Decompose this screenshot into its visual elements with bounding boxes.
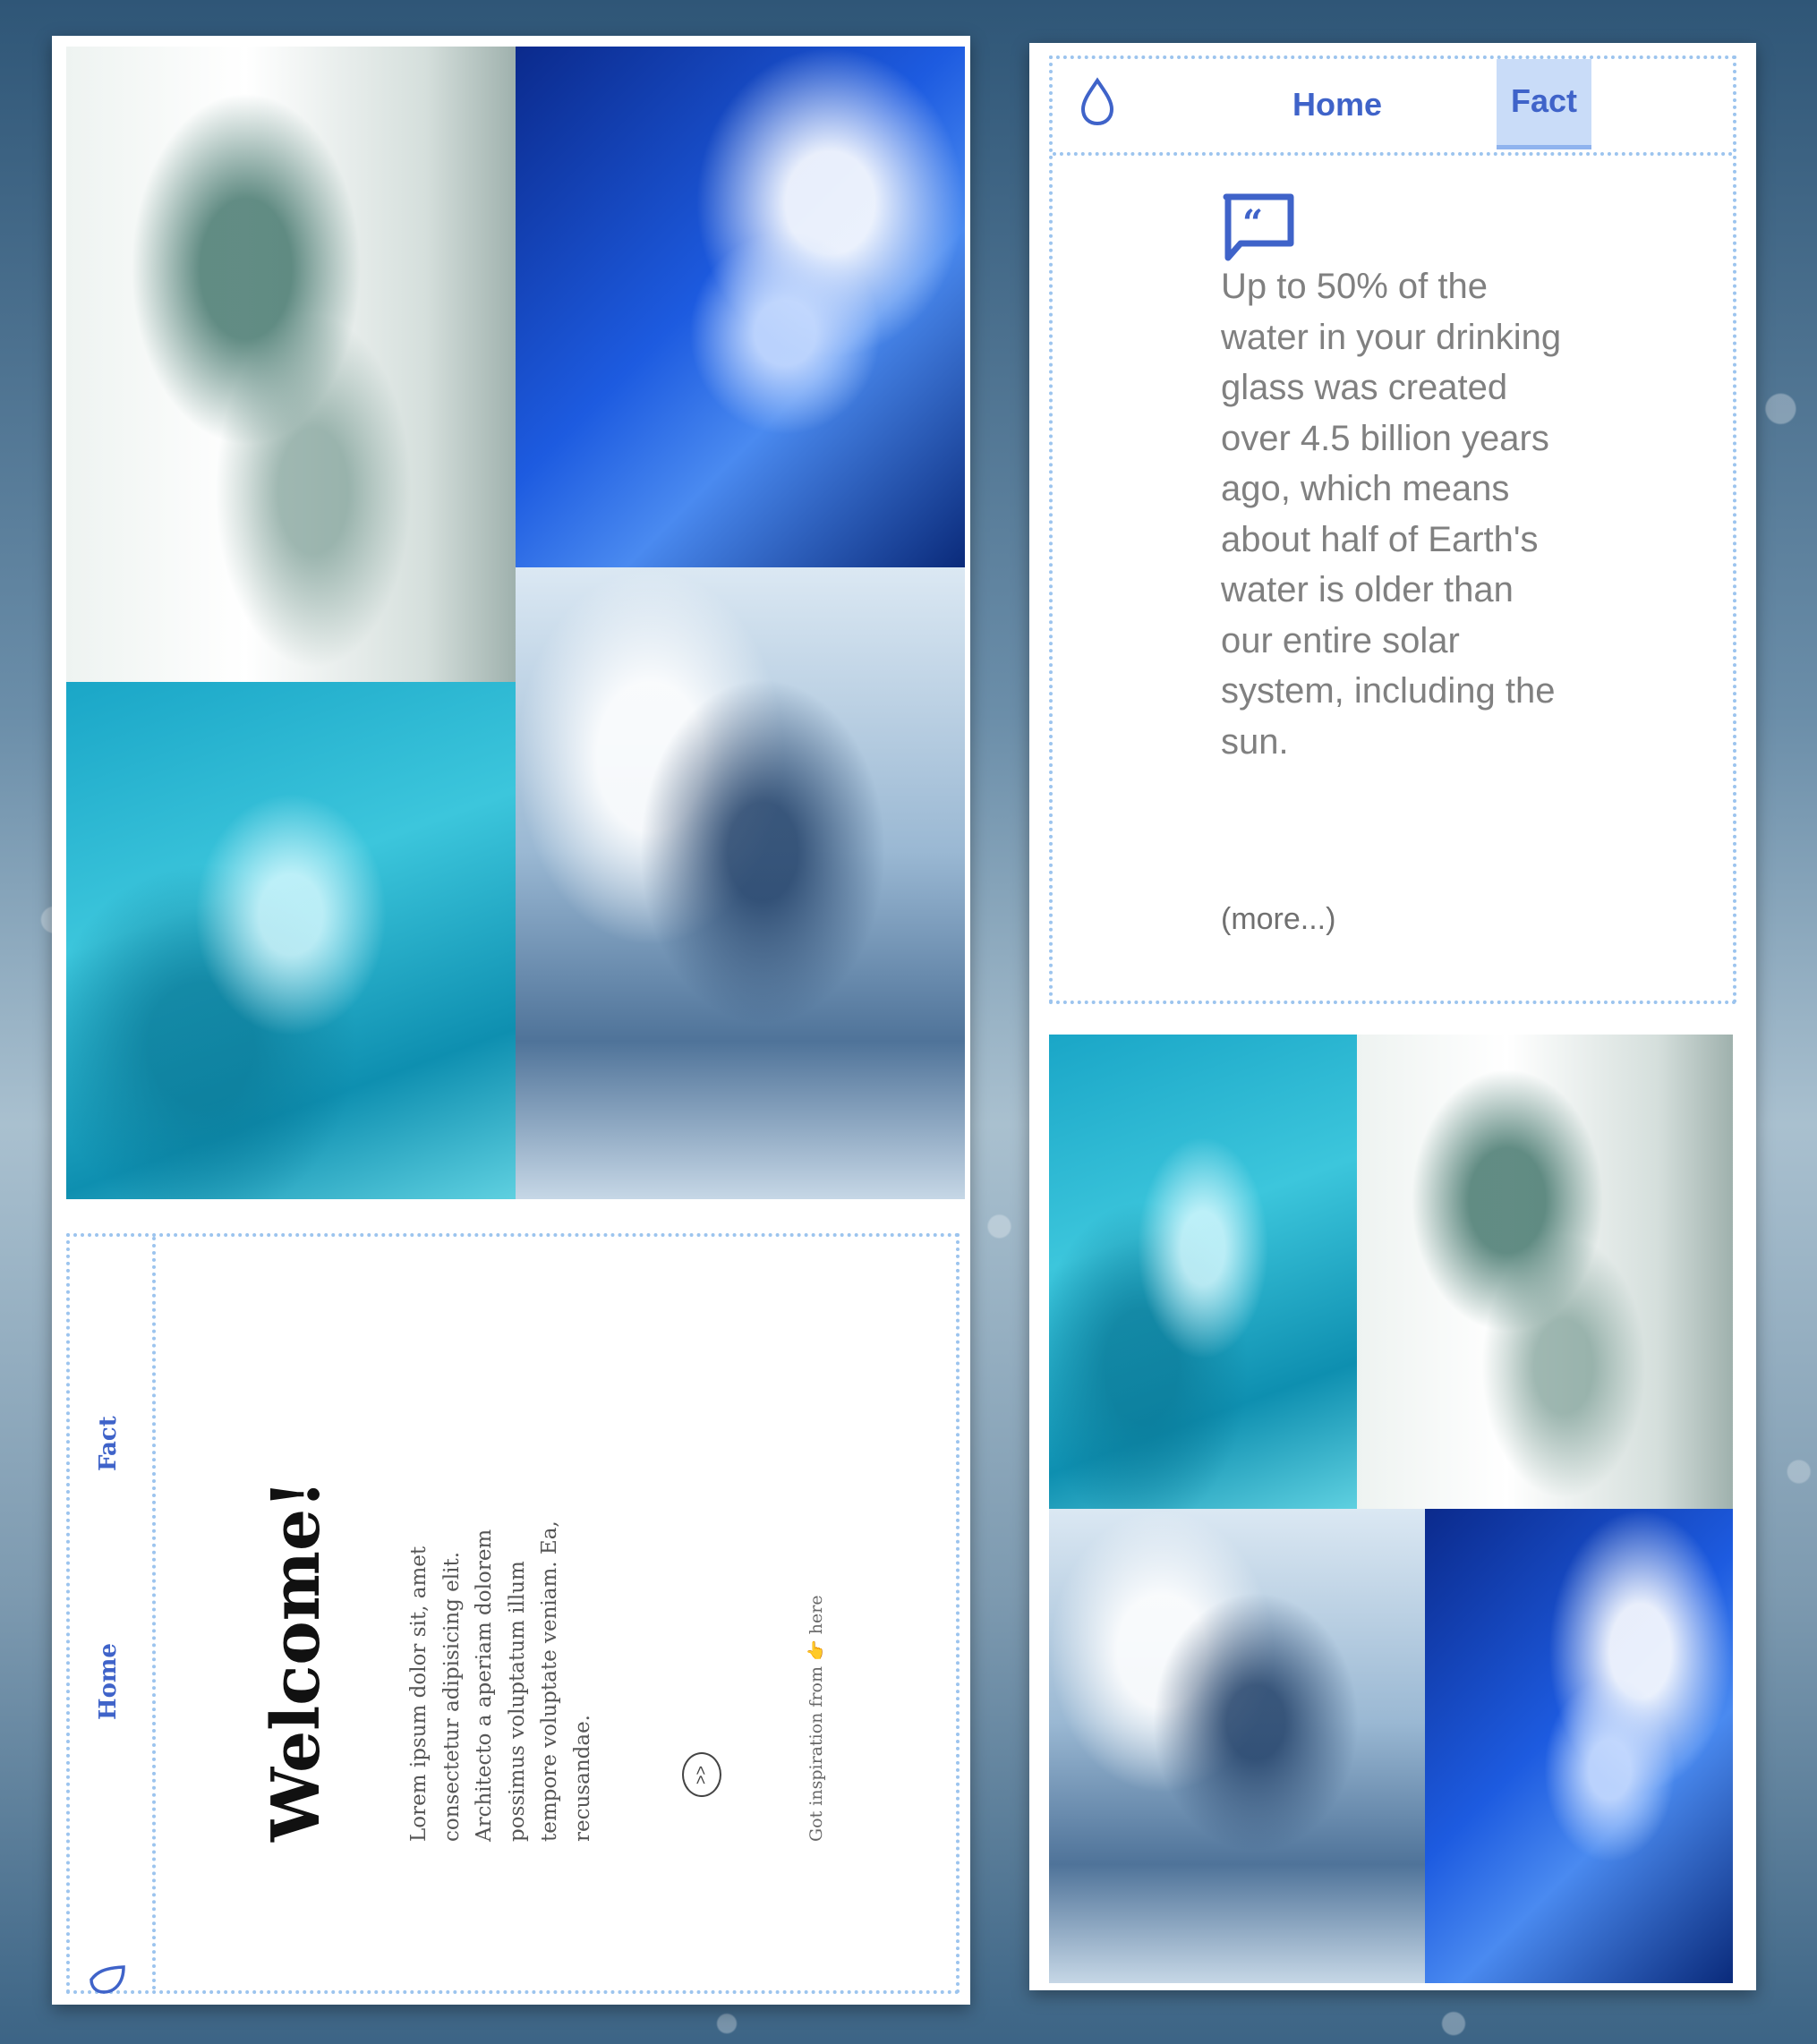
water-photo-blue <box>1425 1509 1733 1983</box>
water-drop-icon[interactable] <box>1078 77 1117 132</box>
nav-fact-label: Fact <box>1511 82 1578 119</box>
more-link[interactable]: (more...) <box>1221 902 1335 937</box>
water-photo-blue <box>516 47 965 567</box>
next-button-label: >> <box>692 1765 711 1784</box>
intro-paragraph: Lorem ipsum dolor sit, amet consectetur … <box>407 1520 594 1842</box>
fact-content-panel: Home Fact “ Up to 50% of the water in yo… <box>1049 55 1736 1004</box>
water-photo-swirl <box>66 47 516 682</box>
water-photo-teal <box>66 682 516 1199</box>
water-photo-splash <box>516 567 965 1199</box>
welcome-heading: Welcome! <box>258 1479 335 1842</box>
credit-here-link[interactable]: here <box>806 1595 826 1634</box>
nav-fact-link[interactable]: Fact <box>95 1416 122 1471</box>
right-nav-bar: Home Fact <box>1053 59 1733 156</box>
svg-text:“: “ <box>1242 202 1263 244</box>
nav-home-link[interactable]: Home <box>95 1643 122 1720</box>
left-nav-bar: Home Fact <box>70 1237 156 1994</box>
quote-icon: “ <box>1223 193 1294 266</box>
fact-text: Up to 50% of the water in your drinking … <box>1221 267 1562 762</box>
nav-fact-tab-active[interactable]: Fact <box>1497 59 1591 149</box>
left-screen-card: Home Fact Welcome! Lorem ipsum dolor sit… <box>52 36 970 2005</box>
water-drop-icon[interactable] <box>88 1963 127 2000</box>
right-screen-card: Home Fact “ Up to 50% of the water in yo… <box>1029 43 1756 1990</box>
water-photo-swirl <box>1357 1035 1733 1509</box>
water-photo-splash <box>1049 1509 1425 1983</box>
water-photo-teal <box>1049 1035 1357 1509</box>
nav-home-link[interactable]: Home <box>1292 86 1382 123</box>
pointing-hand-icon: 👉 <box>806 1639 826 1661</box>
next-button[interactable]: >> <box>682 1752 721 1797</box>
left-content-panel: Home Fact Welcome! Lorem ipsum dolor sit… <box>66 1233 960 1994</box>
inspiration-credit: Got inspiration from 👉 here <box>806 1595 826 1842</box>
